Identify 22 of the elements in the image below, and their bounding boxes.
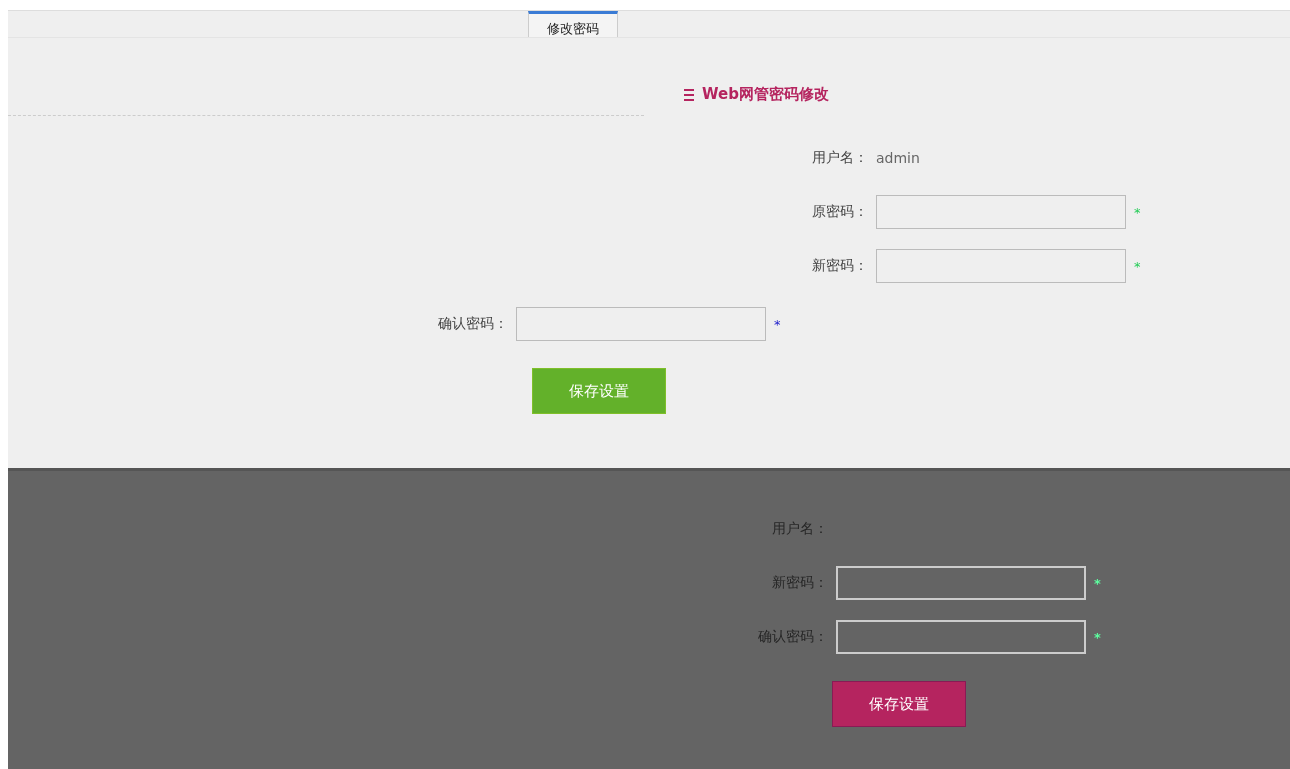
save-button[interactable]: 保存设置 [832, 681, 966, 727]
required-mark: * [1134, 204, 1141, 220]
field-label: 原密码： [812, 203, 868, 221]
field-label: 确认密码： [438, 315, 508, 333]
password-field[interactable] [516, 307, 766, 341]
field-label: 用户名： [771, 520, 828, 538]
field-label: 用户名： [812, 149, 868, 167]
password-field[interactable] [836, 566, 1086, 600]
password-field[interactable] [836, 620, 1086, 654]
password-field[interactable] [876, 249, 1126, 283]
field-label: 新密码： [812, 257, 868, 275]
username-value: admin [876, 150, 920, 166]
tab[interactable]: 修改密码 [528, 11, 618, 37]
section-title: Web网管密码修改 [702, 85, 829, 104]
required-mark: * [1134, 258, 1141, 274]
required-mark: * [774, 316, 781, 332]
field-label: 确认密码： [757, 628, 828, 646]
field-label: 新密码： [771, 574, 828, 592]
required-mark: * [1094, 575, 1101, 591]
required-mark: * [1094, 629, 1101, 645]
menu-icon [684, 88, 694, 101]
password-field[interactable] [876, 195, 1126, 229]
